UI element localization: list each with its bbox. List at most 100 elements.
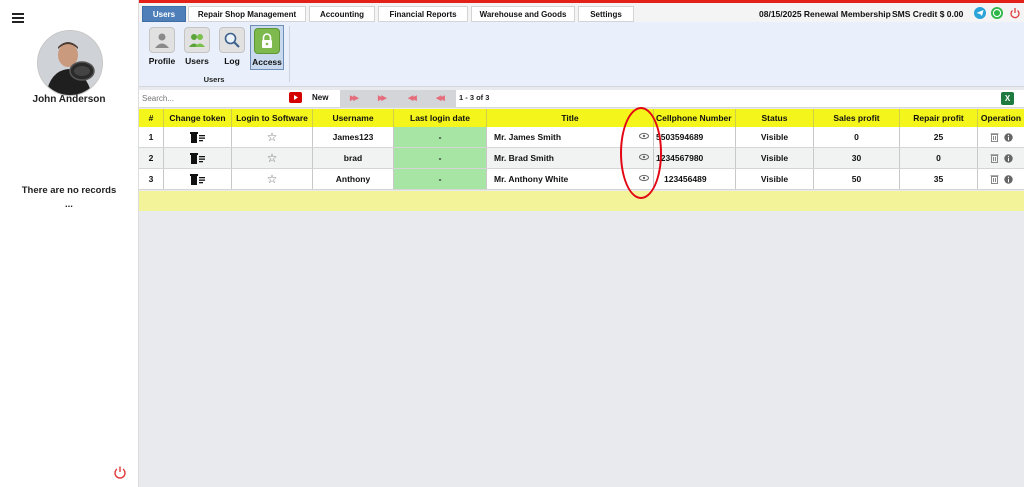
profile-button[interactable]: Profile	[146, 25, 178, 70]
sales-profit-cell: 30	[814, 148, 900, 168]
operation-cell	[978, 127, 1024, 147]
video-help-icon[interactable]	[289, 92, 302, 103]
access-label: Access	[252, 57, 282, 67]
last-login-cell: -	[394, 127, 487, 147]
empty-state-text: There are no records	[21, 185, 117, 196]
avatar[interactable]	[37, 30, 103, 96]
cellphone-cell: 123456489	[654, 169, 736, 189]
col-login-to-software[interactable]: Login to Software	[232, 109, 313, 127]
log-label: Log	[224, 56, 240, 66]
last-login-cell: -	[394, 148, 487, 168]
repair-profit-cell: 0	[900, 148, 978, 168]
ribbon-toolbar: Profile Users Log Access Users	[139, 22, 1024, 87]
info-icon[interactable]	[1003, 153, 1013, 163]
tab-users[interactable]: Users	[142, 6, 186, 22]
col-cellphone-number[interactable]: Cellphone Number	[654, 109, 736, 127]
empty-state: There are no records ...	[0, 184, 138, 212]
lock-icon	[254, 28, 280, 54]
tab-accounting[interactable]: Accounting	[309, 6, 375, 22]
table-header-row: # Change token Login to Software Usernam…	[139, 109, 1024, 127]
access-button[interactable]: Access	[250, 25, 284, 70]
col-number[interactable]: #	[139, 109, 164, 127]
renewal-membership-link[interactable]: 08/15/2025 Renewal Membership	[759, 9, 891, 19]
col-change-token[interactable]: Change token	[164, 109, 232, 127]
ribbon-group-divider	[289, 26, 290, 82]
tab-financial-reports[interactable]: Financial Reports	[378, 6, 468, 22]
last-page-icon[interactable]: ◀◀	[436, 94, 445, 102]
new-button[interactable]: New	[312, 93, 328, 102]
col-operation[interactable]: Operation	[978, 109, 1024, 127]
status-cell: Visible	[736, 127, 814, 147]
grid-toolbar: New ▶▶ ▶▶ ◀◀ ◀◀ 1 - 3 of 3 X	[139, 90, 1024, 108]
sms-credit: SMS Credit $ 0.00	[892, 9, 964, 19]
change-token-icon[interactable]	[164, 169, 232, 189]
profile-label: Profile	[148, 56, 176, 66]
annotation-circle	[620, 107, 662, 199]
grid-footer	[139, 191, 1024, 211]
sales-profit-cell: 50	[814, 169, 900, 189]
tab-repair-shop-management[interactable]: Repair Shop Management	[188, 6, 306, 22]
page-info: 1 - 3 of 3	[459, 93, 490, 102]
col-repair-profit[interactable]: Repair profit	[900, 109, 978, 127]
next-page-icon[interactable]: ▶▶	[378, 94, 387, 102]
logout-power-icon[interactable]	[113, 465, 127, 479]
col-sales-profit[interactable]: Sales profit	[814, 109, 900, 127]
first-page-icon[interactable]: ▶▶	[350, 94, 359, 102]
table-row[interactable]: 1 ☆ James123 - Mr. James Smith 550359468…	[139, 127, 1024, 148]
info-icon[interactable]	[1003, 174, 1013, 184]
search-input[interactable]	[139, 91, 288, 105]
username-cell: Anthony	[313, 169, 394, 189]
star-icon[interactable]: ☆	[232, 148, 313, 168]
pager: ▶▶ ▶▶ ◀◀ ◀◀	[340, 90, 456, 107]
profile-icon	[149, 27, 175, 53]
cellphone-cell: 1234567980	[654, 148, 736, 168]
username-cell: James123	[313, 127, 394, 147]
row-number: 1	[139, 127, 164, 147]
excel-export-icon[interactable]: X	[1001, 92, 1014, 105]
hamburger-menu-icon[interactable]	[12, 13, 24, 25]
users-label: Users	[185, 56, 209, 66]
repair-profit-cell: 25	[900, 127, 978, 147]
top-menu-bar: Users Repair Shop Management Accounting …	[139, 0, 1024, 22]
star-icon[interactable]: ☆	[232, 127, 313, 147]
tab-settings[interactable]: Settings	[578, 6, 634, 22]
users-icon	[184, 27, 210, 53]
title-text: Mr. Anthony White	[494, 174, 569, 184]
delete-icon[interactable]	[990, 132, 999, 142]
search-log-icon	[219, 27, 245, 53]
user-name: John Anderson	[32, 94, 106, 105]
row-number: 3	[139, 169, 164, 189]
operation-cell	[978, 169, 1024, 189]
power-icon[interactable]	[1009, 7, 1021, 19]
sidebar: John Anderson There are no records ...	[0, 0, 139, 487]
empty-state-ellipsis: ...	[65, 199, 73, 210]
status-cell: Visible	[736, 169, 814, 189]
repair-profit-cell: 35	[900, 169, 978, 189]
tab-warehouse-and-goods[interactable]: Warehouse and Goods	[471, 6, 575, 22]
change-token-icon[interactable]	[164, 148, 232, 168]
title-text: Mr. James Smith	[494, 132, 562, 142]
username-cell: brad	[313, 148, 394, 168]
log-button[interactable]: Log	[216, 25, 248, 70]
table-row[interactable]: 3 ☆ Anthony - Mr. Anthony White 12345648…	[139, 169, 1024, 190]
cellphone-cell: 5503594689	[654, 127, 736, 147]
status-cell: Visible	[736, 148, 814, 168]
previous-page-icon[interactable]: ◀◀	[408, 94, 417, 102]
row-number: 2	[139, 148, 164, 168]
telegram-icon[interactable]	[974, 7, 986, 19]
table-row[interactable]: 2 ☆ brad - Mr. Brad Smith 1234567980 Vis…	[139, 148, 1024, 169]
info-icon[interactable]	[1003, 132, 1013, 142]
sales-profit-cell: 0	[814, 127, 900, 147]
ribbon-group-label: Users	[203, 75, 225, 84]
change-token-icon[interactable]	[164, 127, 232, 147]
last-login-cell: -	[394, 169, 487, 189]
col-last-login-date[interactable]: Last login date	[394, 109, 487, 127]
delete-icon[interactable]	[990, 153, 999, 163]
users-button[interactable]: Users	[181, 25, 213, 70]
star-icon[interactable]: ☆	[232, 169, 313, 189]
whatsapp-icon[interactable]	[991, 7, 1003, 19]
col-username[interactable]: Username	[313, 109, 394, 127]
title-text: Mr. Brad Smith	[494, 153, 554, 163]
col-status[interactable]: Status	[736, 109, 814, 127]
delete-icon[interactable]	[990, 174, 999, 184]
